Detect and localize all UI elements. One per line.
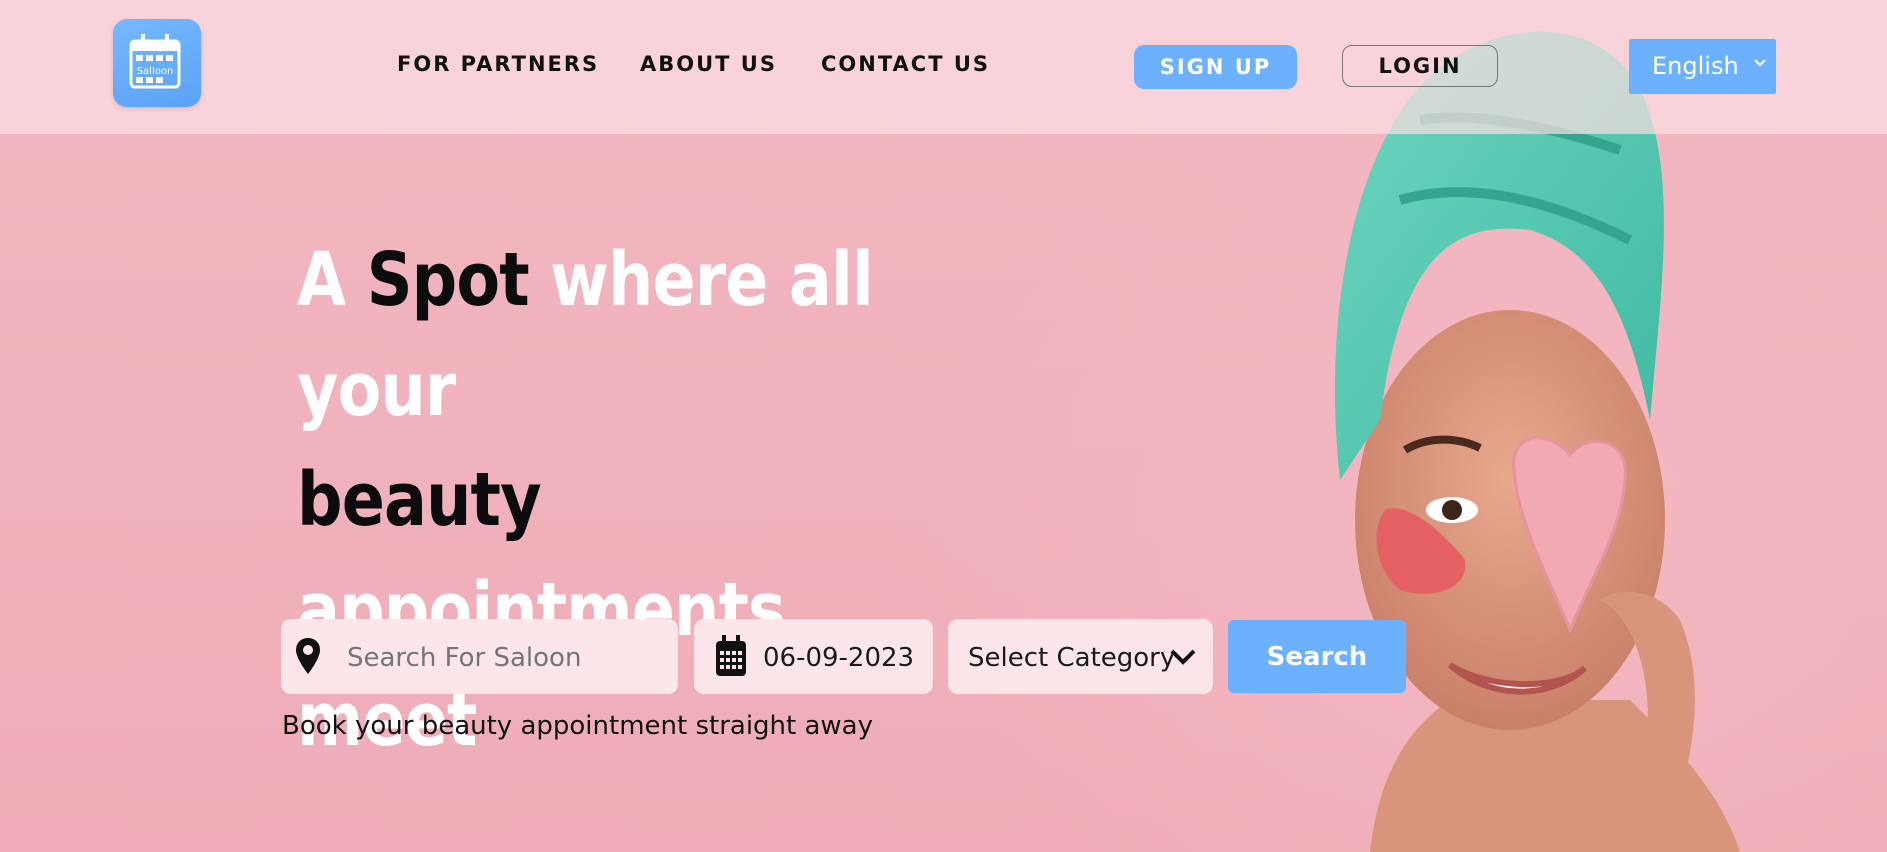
- nav-contact-us[interactable]: CONTACT US: [821, 52, 990, 76]
- nav-about-us[interactable]: ABOUT US: [640, 52, 777, 76]
- logo[interactable]: Salloon: [113, 19, 201, 107]
- calendar-icon: [716, 635, 746, 676]
- headline-word-a: A: [297, 237, 346, 323]
- language-select[interactable]: English: [1629, 39, 1776, 94]
- date-value: 06-09-2023: [763, 643, 915, 673]
- tagline: Book your beauty appointment straight aw…: [282, 711, 874, 741]
- chevron-down-icon: [1754, 59, 1766, 67]
- search-button[interactable]: Search: [1228, 620, 1406, 693]
- nav-for-partners[interactable]: FOR PARTNERS: [397, 52, 599, 76]
- signup-button[interactable]: SIGN UP: [1134, 45, 1297, 89]
- calendar-logo-icon: Salloon: [129, 34, 181, 89]
- category-select[interactable]: Select Category: [948, 619, 1213, 694]
- language-label: English: [1652, 52, 1739, 80]
- logo-text: Salloon: [137, 66, 174, 77]
- login-button[interactable]: LOGIN: [1342, 45, 1498, 87]
- chevron-down-icon: [1170, 649, 1196, 665]
- location-pin-icon: [296, 638, 320, 674]
- headline-word-spot: Spot: [366, 237, 530, 323]
- saloon-search-input[interactable]: [347, 643, 647, 673]
- site-header: Salloon FOR PARTNERS ABOUT US CONTACT US…: [0, 0, 1887, 134]
- headline-word-beauty: beauty: [297, 457, 542, 543]
- category-value: Select Category: [968, 643, 1176, 673]
- date-field[interactable]: 06-09-2023: [694, 619, 933, 694]
